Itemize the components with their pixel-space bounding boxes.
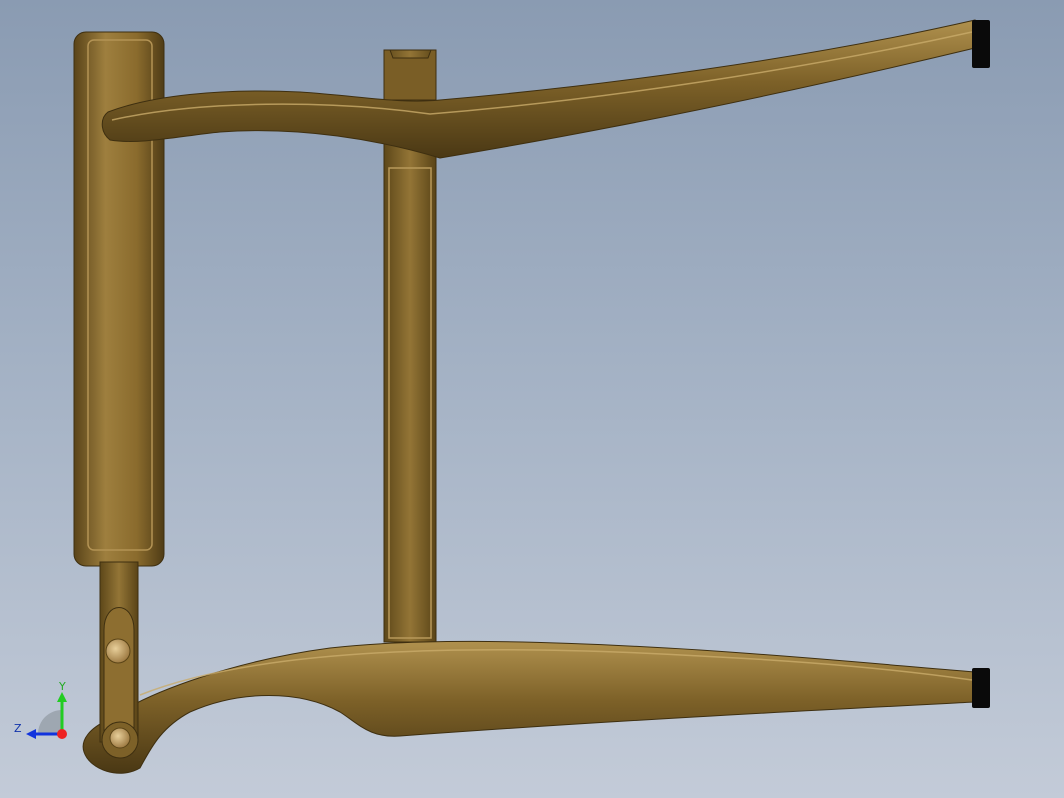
triad-origin bbox=[57, 729, 67, 739]
model-canvas[interactable]: Y Z bbox=[0, 0, 1064, 798]
hinge-link[interactable] bbox=[99, 561, 139, 759]
y-axis-label: Y bbox=[58, 680, 66, 693]
z-axis-label: Z bbox=[14, 722, 22, 735]
lower-pin bbox=[109, 727, 131, 749]
cad-viewport[interactable]: Y Z bbox=[0, 0, 1064, 798]
upper-pin bbox=[105, 638, 131, 664]
end-caps[interactable] bbox=[972, 20, 990, 708]
bottom-end-cap[interactable] bbox=[972, 668, 990, 708]
bottom-arm[interactable] bbox=[82, 640, 976, 774]
top-arm[interactable] bbox=[101, 19, 976, 159]
top-end-cap[interactable] bbox=[972, 20, 990, 68]
orientation-triad: Y Z bbox=[14, 680, 67, 739]
